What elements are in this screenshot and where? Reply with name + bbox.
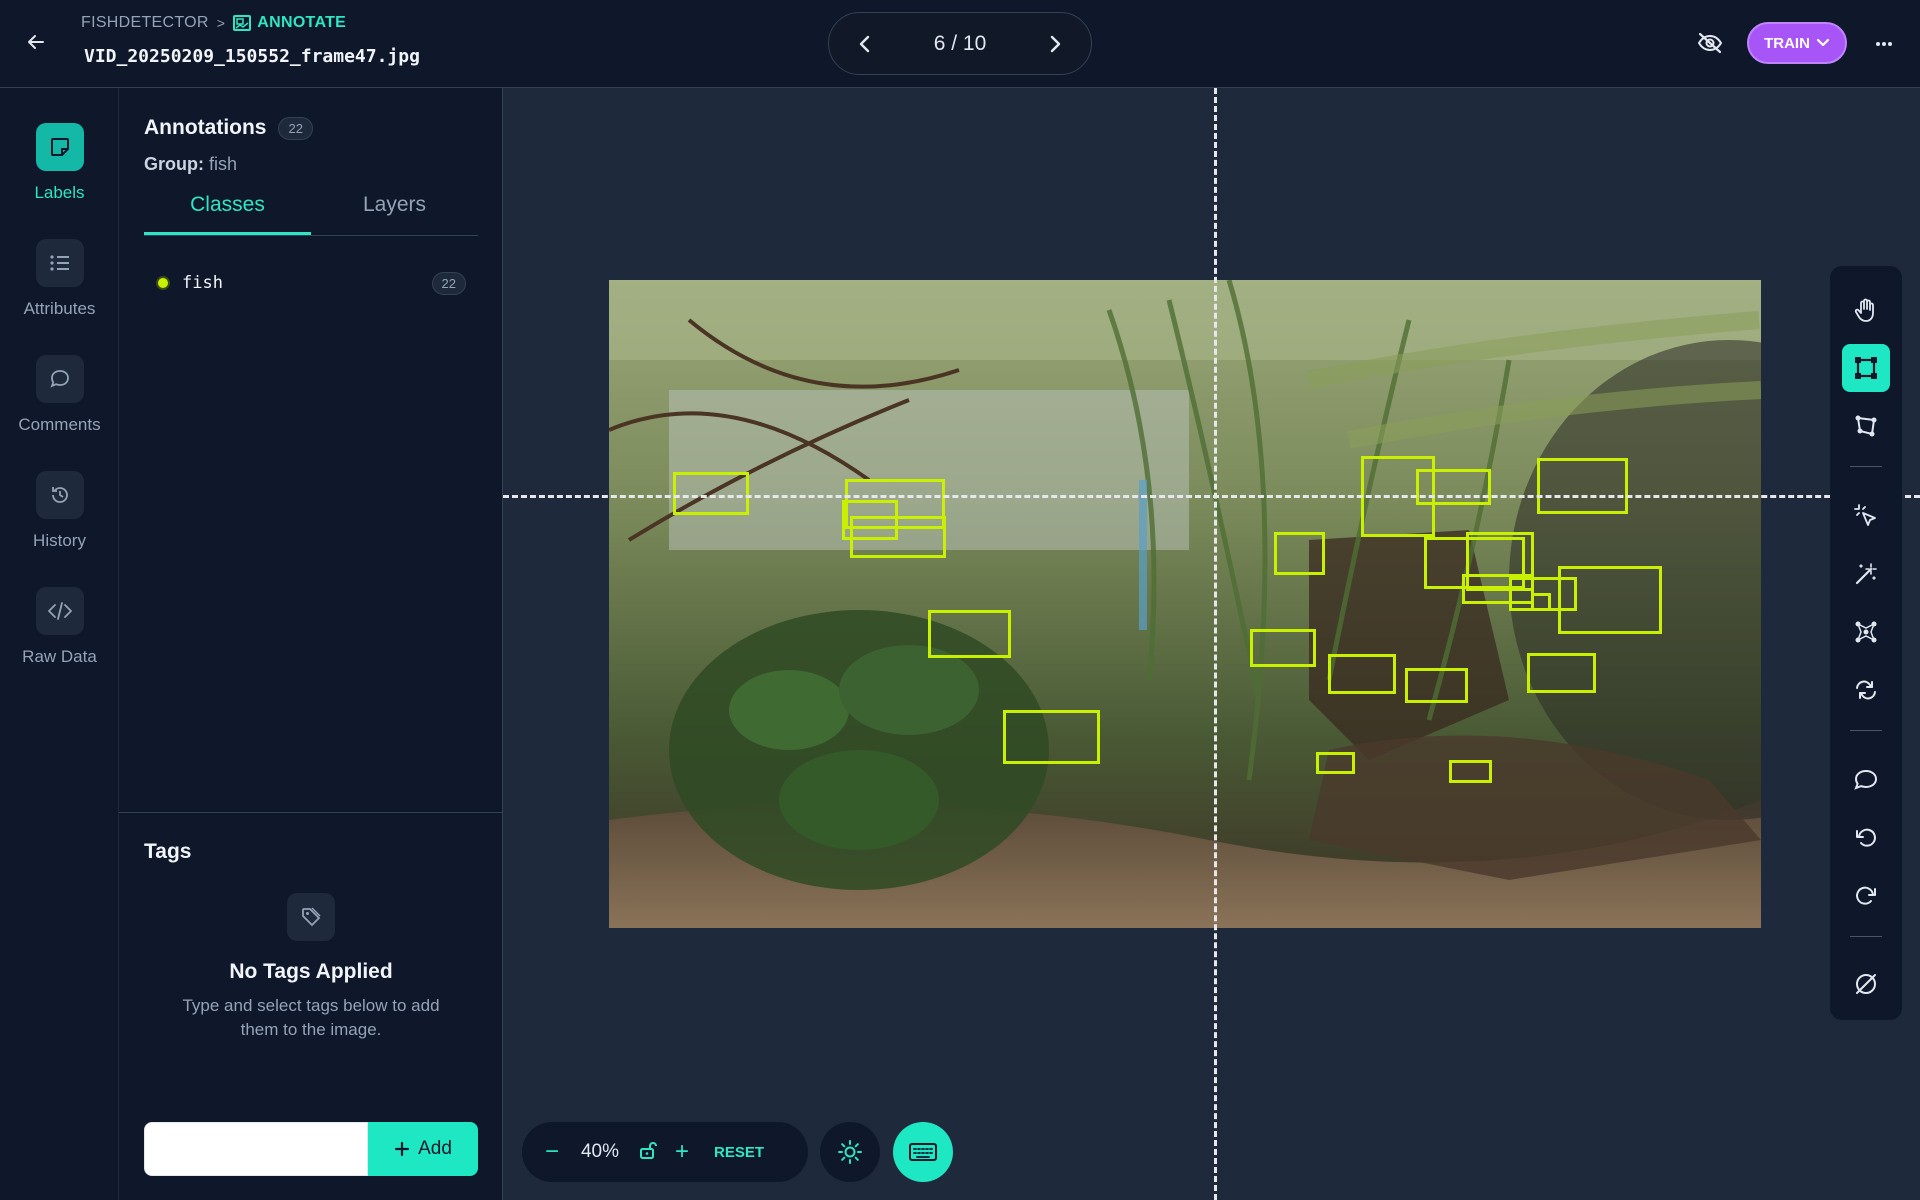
rail-item-raw-data[interactable]: Raw Data <box>0 587 119 687</box>
history-icon <box>35 471 84 519</box>
fish-bbox[interactable] <box>1405 668 1468 703</box>
chevron-left-icon[interactable] <box>849 28 881 60</box>
fish-bbox[interactable] <box>1274 532 1325 575</box>
fish-bbox[interactable] <box>1527 653 1596 693</box>
fish-bbox[interactable] <box>1416 469 1491 505</box>
zoom-in-button[interactable]: + <box>672 1138 692 1166</box>
annotation-canvas[interactable] <box>503 88 1920 1200</box>
brightness-icon[interactable] <box>820 1122 880 1182</box>
rail-item-labels[interactable]: Labels <box>0 123 119 223</box>
reset-zoom-button[interactable]: RESET <box>714 1144 764 1161</box>
redo-icon[interactable] <box>1842 872 1890 920</box>
file-name: VID_20250209_150552_frame47.jpg <box>84 46 420 67</box>
panel-title: Annotations 22 <box>144 116 313 140</box>
class-row-fish[interactable]: fish 22 <box>144 268 478 298</box>
fish-bbox[interactable] <box>1328 654 1396 694</box>
tag-input[interactable] <box>144 1122 368 1176</box>
breadcrumb-project[interactable]: FISHDETECTOR <box>81 14 209 32</box>
keyboard-shortcuts-icon[interactable] <box>893 1122 953 1182</box>
comment-icon[interactable] <box>1842 756 1890 804</box>
tab-layers[interactable]: Layers <box>311 188 478 235</box>
eye-off-icon[interactable] <box>1695 28 1725 58</box>
class-color-dot <box>156 276 170 290</box>
toolbar-divider <box>1850 466 1882 467</box>
fish-bbox[interactable] <box>1449 760 1492 783</box>
zoom-out-button[interactable]: − <box>542 1138 562 1166</box>
comment-icon <box>35 355 84 403</box>
fish-bbox[interactable] <box>850 516 946 558</box>
toolbar-divider <box>1850 730 1882 731</box>
crosshair-horizontal <box>503 495 1920 498</box>
pager-position: 6 / 10 <box>933 31 987 55</box>
chevron-right-icon[interactable] <box>1039 28 1071 60</box>
top-header: FISHDETECTOR > ANNOTATE VID_20250209_150… <box>0 0 1920 88</box>
image-pager: 6 / 10 <box>828 12 1092 75</box>
label-icon <box>35 123 84 171</box>
group-label: Group: <box>144 154 204 174</box>
rail-item-attributes[interactable]: Attributes <box>0 239 119 339</box>
group-indicator: Group: fish <box>144 154 237 175</box>
code-icon <box>35 587 84 635</box>
annotations-panel: Annotations 22 Group: fish Classes Layer… <box>119 88 503 1200</box>
rail-item-comments[interactable]: Comments <box>0 355 119 455</box>
zoom-level: 40% <box>580 1141 620 1162</box>
tab-classes[interactable]: Classes <box>144 188 311 235</box>
crosshair-vertical <box>1214 88 1217 1200</box>
lock-open-icon[interactable] <box>638 1140 658 1165</box>
add-tag-button[interactable]: Add <box>368 1122 478 1176</box>
fish-bbox[interactable] <box>1558 566 1662 634</box>
fish-bbox[interactable] <box>673 472 749 515</box>
fish-bbox[interactable] <box>1537 458 1628 514</box>
annotate-icon <box>233 15 252 31</box>
tags-divider <box>119 812 503 813</box>
fish-bbox[interactable] <box>1250 629 1316 667</box>
annotations-heading: Annotations <box>144 116 267 139</box>
breadcrumb-mode-label: ANNOTATE <box>257 14 347 31</box>
rail-label-raw-data: Raw Data <box>22 647 97 666</box>
tags-heading: Tags <box>144 840 192 863</box>
plus-icon <box>394 1141 410 1157</box>
hand-icon[interactable] <box>1842 286 1890 334</box>
clear-icon[interactable] <box>1842 960 1890 1008</box>
magic-wand-icon[interactable] <box>1842 550 1890 598</box>
rail-label-labels: Labels <box>34 183 85 202</box>
fish-bbox[interactable] <box>1003 710 1100 764</box>
class-name: fish <box>182 273 223 293</box>
breadcrumb-annotate[interactable]: ANNOTATE <box>233 14 346 32</box>
tool-palette <box>1830 266 1902 1020</box>
rail-label-history: History <box>33 531 86 550</box>
chevron-down-icon <box>1816 38 1830 47</box>
undo-icon[interactable] <box>1842 814 1890 862</box>
breadcrumb: FISHDETECTOR > ANNOTATE <box>81 14 346 32</box>
fish-bbox[interactable] <box>928 610 1011 658</box>
convert-icon[interactable] <box>1842 666 1890 714</box>
annotations-count-badge: 22 <box>278 116 313 140</box>
fish-bbox[interactable] <box>1316 752 1355 774</box>
add-tag-label: Add <box>418 1138 452 1159</box>
bounding-box-icon[interactable] <box>1842 344 1890 392</box>
toolbar-divider <box>1850 936 1882 937</box>
no-tags-description: Type and select tags below to add them t… <box>182 996 440 1039</box>
class-count-badge: 22 <box>431 271 466 295</box>
rail-label-attributes: Attributes <box>23 299 96 318</box>
more-options-icon[interactable] <box>1868 30 1900 58</box>
rail-item-history[interactable]: History <box>0 471 119 571</box>
smart-select-icon[interactable] <box>1842 492 1890 540</box>
back-arrow-icon[interactable] <box>20 26 52 58</box>
tag-icon <box>287 893 335 941</box>
no-tags-title: No Tags Applied <box>229 960 393 983</box>
zoom-controls: − 40% + RESET <box>522 1122 808 1182</box>
panel-tabs: Classes Layers <box>144 188 478 236</box>
left-nav-rail: Labels Attributes Comments History Raw D… <box>0 88 119 1200</box>
train-label: TRAIN <box>1764 34 1810 52</box>
train-dropdown-button[interactable]: TRAIN <box>1747 22 1847 64</box>
breadcrumb-separator: > <box>216 15 226 31</box>
list-icon <box>35 239 84 287</box>
polygon-icon[interactable] <box>1842 402 1890 450</box>
keypoint-icon[interactable] <box>1842 608 1890 656</box>
group-value: fish <box>209 154 238 174</box>
fish-bbox[interactable] <box>1531 593 1551 611</box>
rail-label-comments: Comments <box>18 415 101 434</box>
